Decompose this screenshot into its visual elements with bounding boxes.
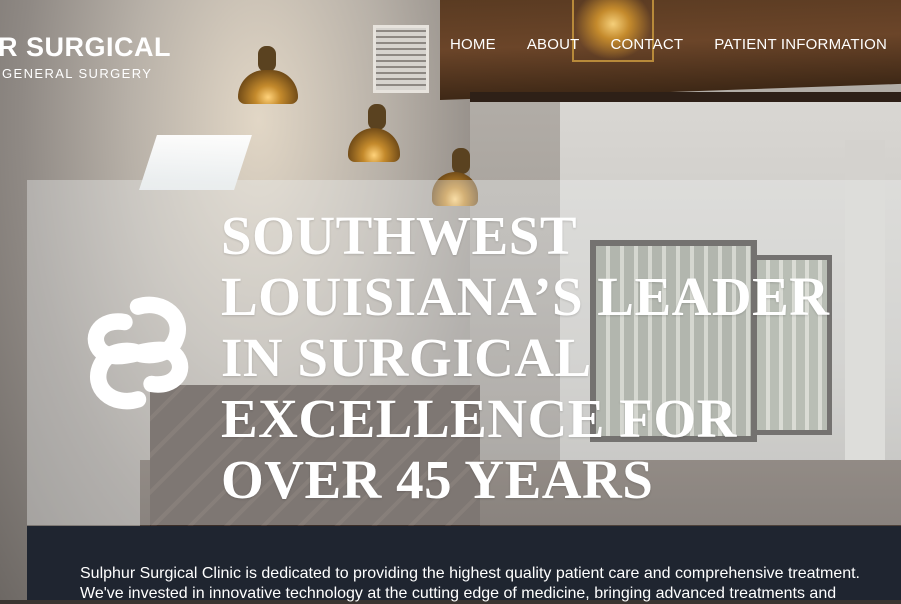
wall-lamp xyxy=(348,104,400,162)
hero-title: SOUTHWEST LOUISIANA’S LEADER IN SURGICAL… xyxy=(221,205,830,510)
nav-about[interactable]: ABOUT xyxy=(527,36,580,53)
nav-contact[interactable]: CONTACT xyxy=(611,36,684,53)
site-header: R SURGICAL GENERAL SURGERY HOME ABOUT CO… xyxy=(0,0,901,100)
brand-tagline: GENERAL SURGERY xyxy=(2,66,153,81)
intro-paragraph: Sulphur Surgical Clinic is dedicated to … xyxy=(80,565,860,602)
nav-home[interactable]: HOME xyxy=(450,36,496,53)
intro-section: Sulphur Surgical Clinic is dedicated to … xyxy=(27,526,901,602)
brand-name: R SURGICAL xyxy=(0,32,171,62)
nav-patient-information[interactable]: PATIENT INFORMATION xyxy=(714,36,887,53)
interlocking-s-logo-icon xyxy=(87,296,189,410)
main-nav: HOME ABOUT CONTACT PATIENT INFORMATION xyxy=(450,36,887,53)
